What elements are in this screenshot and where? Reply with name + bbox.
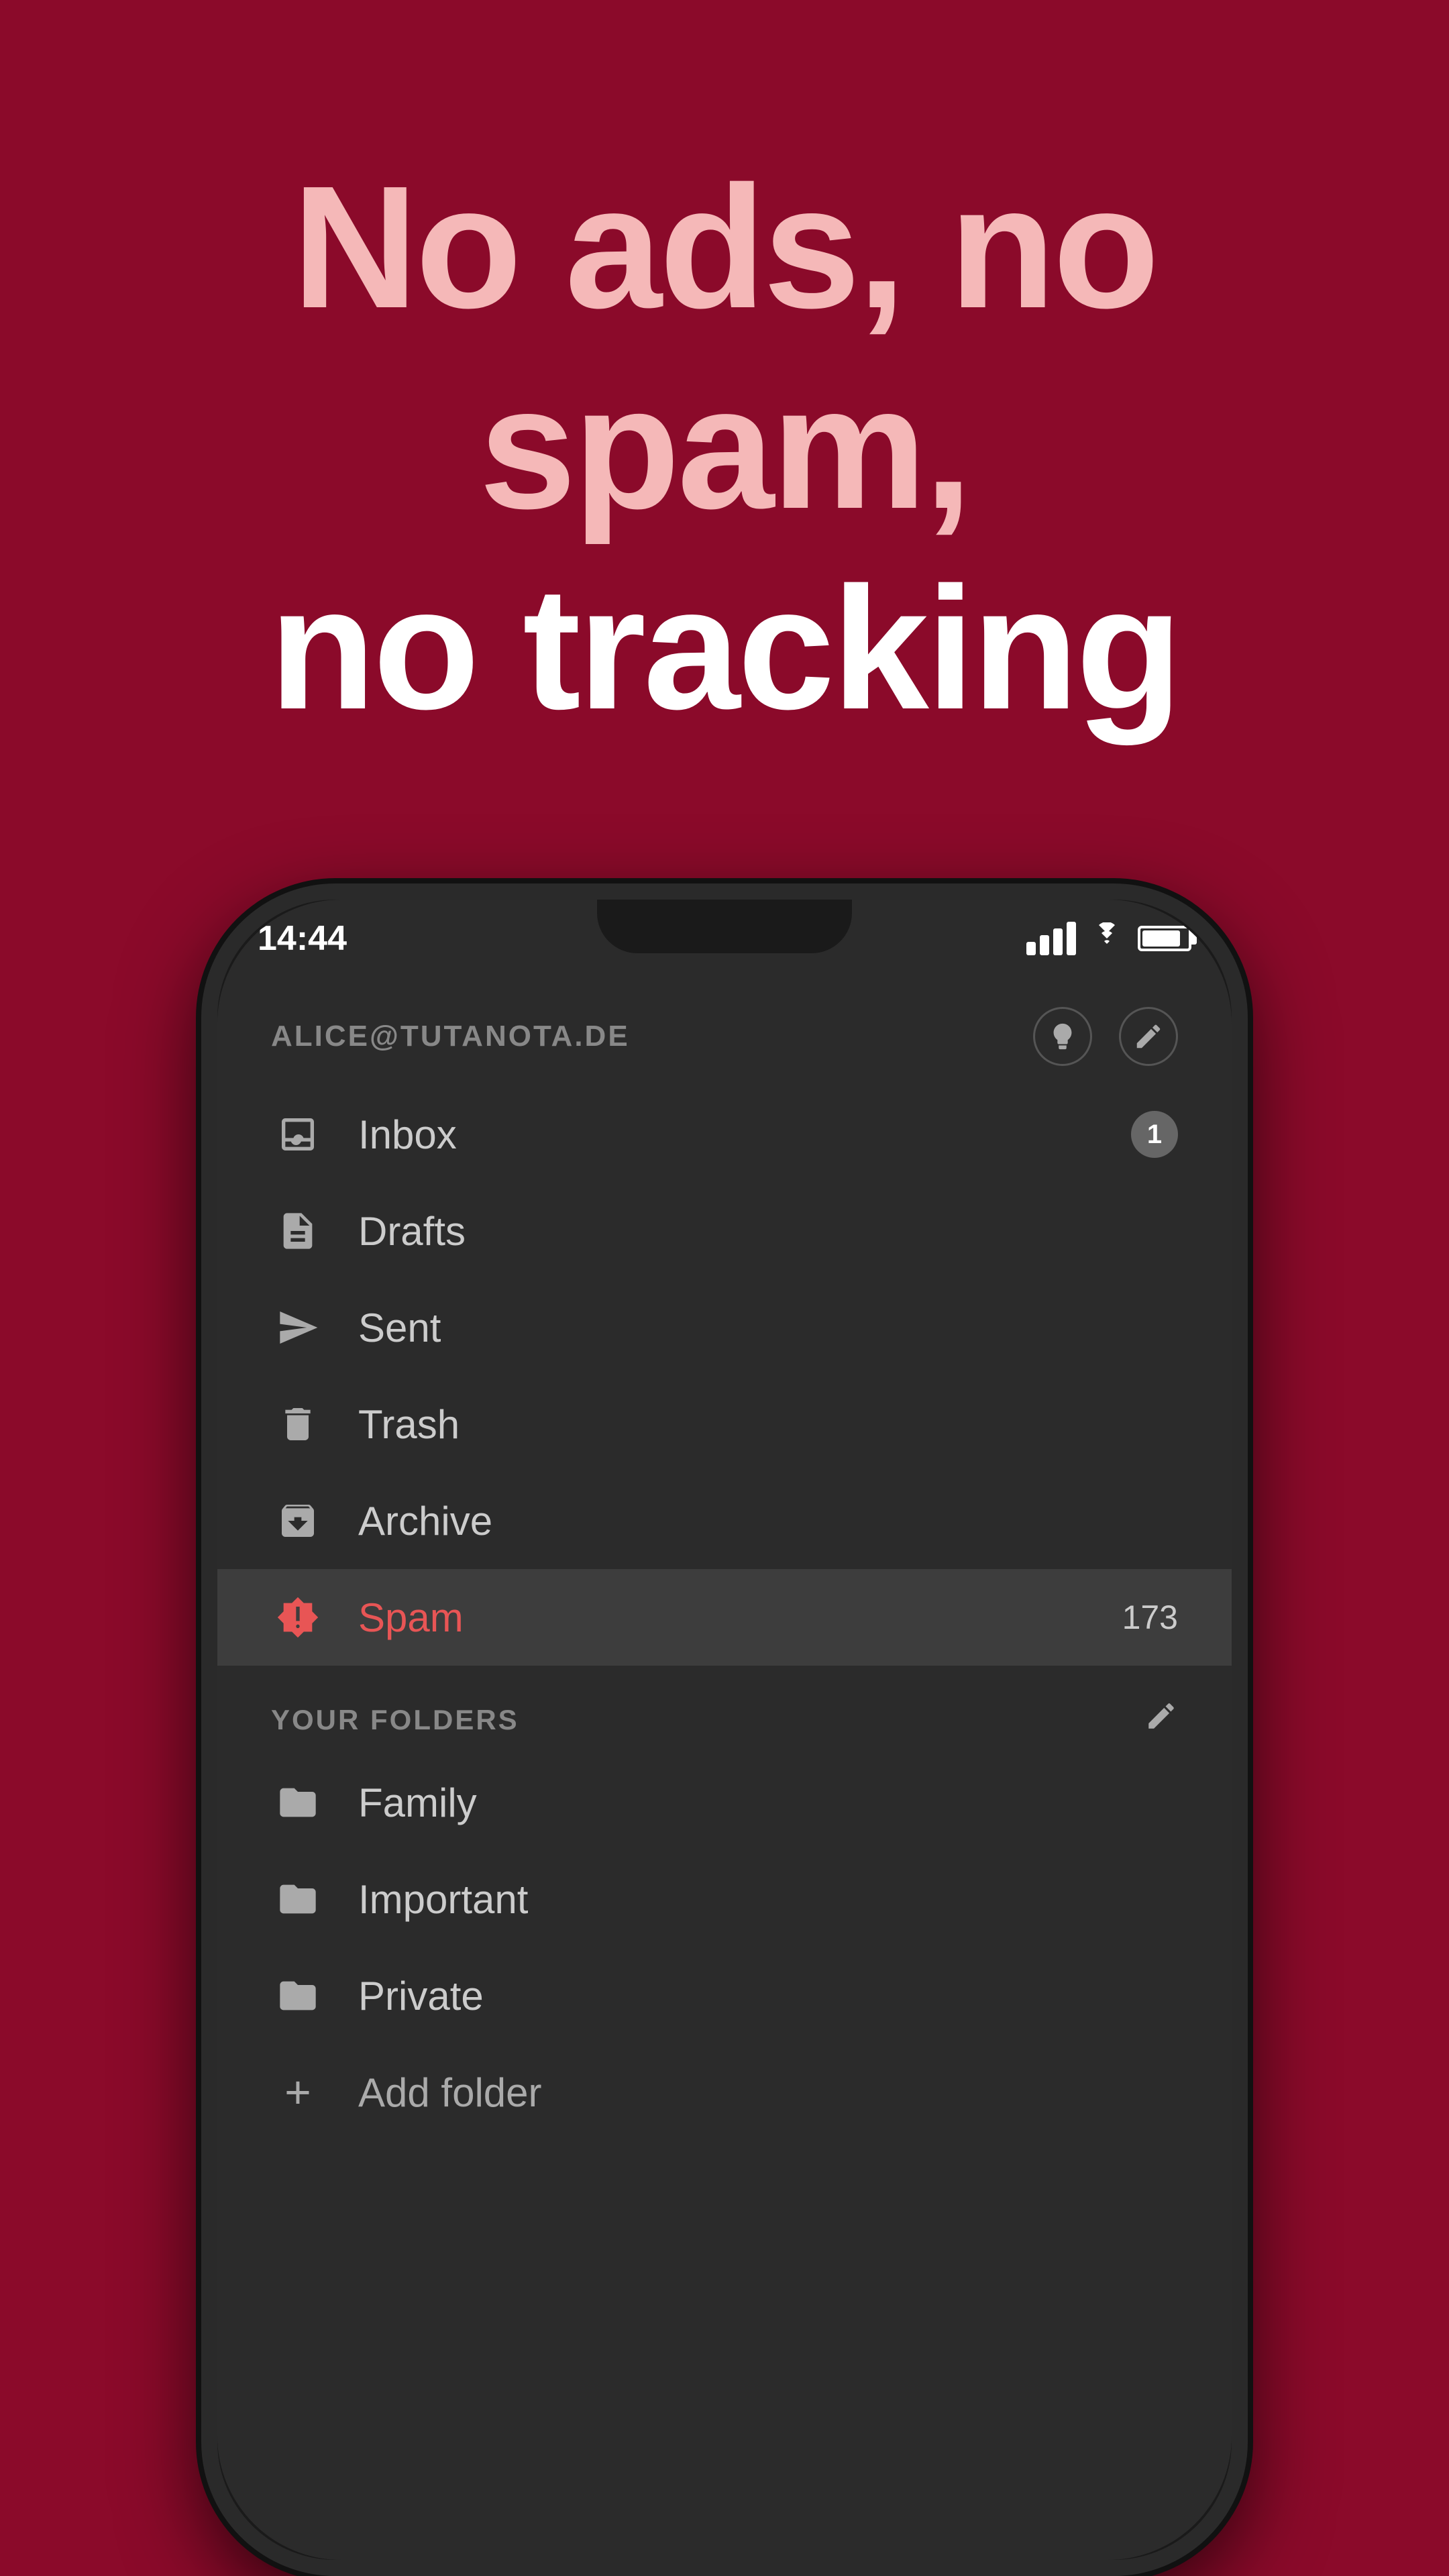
headline-line1: No ads, no spam,	[292, 150, 1157, 545]
inbox-badge: 1	[1131, 1111, 1178, 1158]
folders-edit-icon[interactable]	[1144, 1699, 1178, 1741]
add-folder-item[interactable]: + Add folder	[217, 2044, 1232, 2141]
sent-icon	[271, 1301, 325, 1354]
nav-item-archive[interactable]: Archive	[217, 1472, 1232, 1569]
drafts-icon	[271, 1204, 325, 1258]
wifi-icon	[1089, 920, 1124, 957]
add-folder-label: Add folder	[358, 2070, 542, 2116]
archive-icon	[271, 1494, 325, 1548]
phone-mockup: 14:44	[201, 883, 1248, 2576]
header-actions	[1033, 1007, 1178, 1066]
status-bar: 14:44	[258, 912, 1191, 965]
nav-item-folder-important[interactable]: Important	[217, 1851, 1232, 1947]
inbox-icon	[271, 1108, 325, 1161]
trash-label: Trash	[358, 1401, 1178, 1448]
folder-private-icon	[271, 1969, 325, 2023]
account-header: ALICE@TUTANOTA.DE	[217, 973, 1232, 1086]
nav-item-trash[interactable]: Trash	[217, 1376, 1232, 1472]
status-icons	[1026, 920, 1191, 957]
phone-screen: 14:44	[217, 900, 1232, 2560]
folder-important-label: Important	[358, 1876, 1178, 1923]
compose-icon-button[interactable]	[1119, 1007, 1178, 1066]
drafts-label: Drafts	[358, 1208, 1178, 1254]
folder-family-label: Family	[358, 1780, 1178, 1826]
sent-label: Sent	[358, 1305, 1178, 1351]
archive-label: Archive	[358, 1498, 1178, 1544]
account-email: ALICE@TUTANOTA.DE	[271, 1020, 630, 1053]
inbox-label: Inbox	[358, 1112, 1131, 1158]
folder-private-label: Private	[358, 1973, 1178, 2019]
spam-label: Spam	[358, 1595, 1122, 1641]
signal-bars-icon	[1026, 922, 1076, 955]
sidebar: ALICE@TUTANOTA.DE	[217, 973, 1232, 2560]
trash-icon	[271, 1397, 325, 1451]
nav-item-inbox[interactable]: Inbox 1	[217, 1086, 1232, 1183]
folder-family-icon	[271, 1776, 325, 1829]
nav-item-drafts[interactable]: Drafts	[217, 1183, 1232, 1279]
nav-item-folder-private[interactable]: Private	[217, 1947, 1232, 2044]
headline-text: No ads, no spam, no tracking	[80, 148, 1368, 749]
nav-item-spam[interactable]: Spam 173	[217, 1569, 1232, 1666]
folder-important-icon	[271, 1872, 325, 1926]
phone-shell: 14:44	[201, 883, 1248, 2576]
folders-section-header: YOUR FOLDERS	[217, 1666, 1232, 1754]
add-folder-icon: +	[271, 2065, 325, 2119]
nav-item-folder-family[interactable]: Family	[217, 1754, 1232, 1851]
nav-item-sent[interactable]: Sent	[217, 1279, 1232, 1376]
filter-icon-button[interactable]	[1033, 1007, 1092, 1066]
headline-section: No ads, no spam, no tracking	[0, 0, 1449, 830]
status-time: 14:44	[258, 918, 347, 959]
headline-line2: no tracking	[269, 551, 1179, 746]
spam-icon	[271, 1591, 325, 1644]
folders-section-label: YOUR FOLDERS	[271, 1704, 519, 1736]
spam-count: 173	[1122, 1598, 1178, 1637]
battery-icon	[1138, 926, 1191, 951]
